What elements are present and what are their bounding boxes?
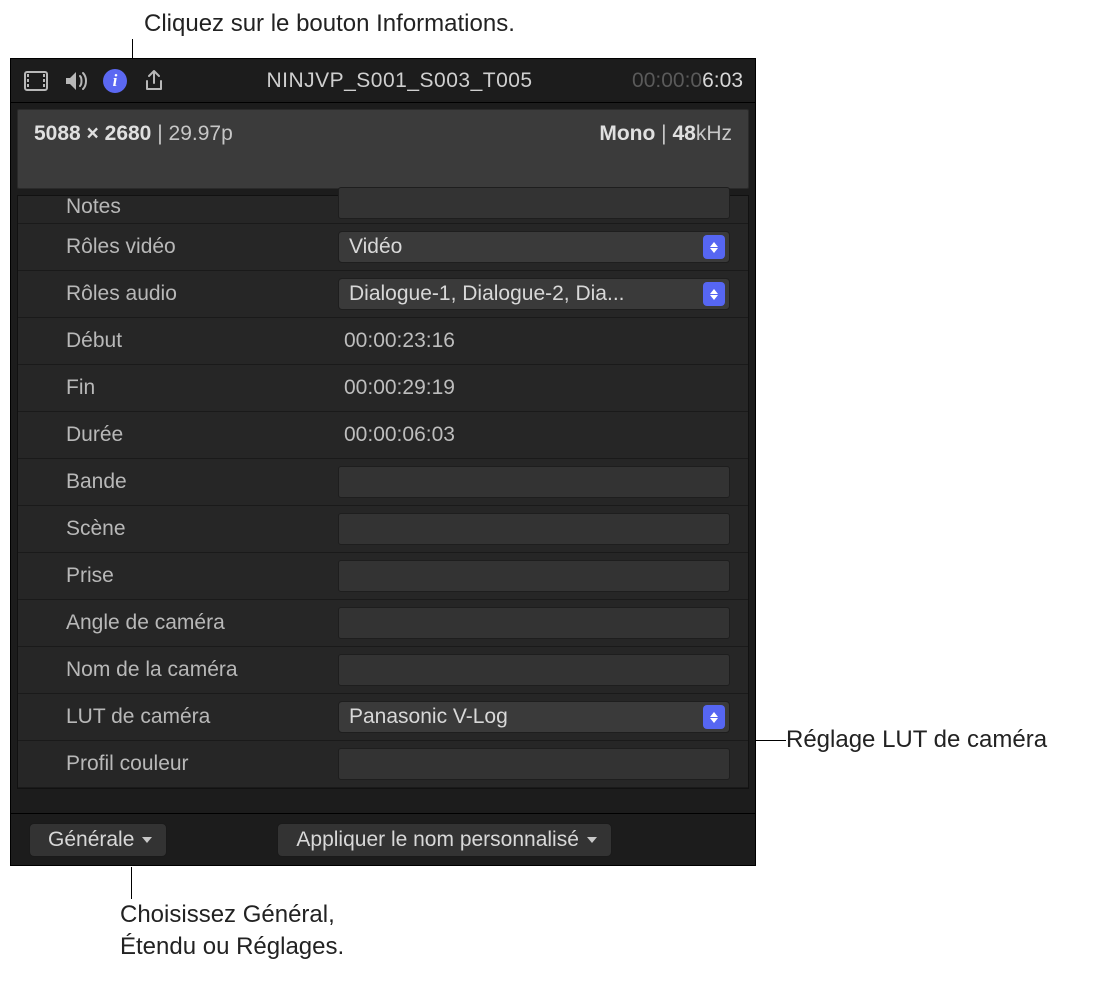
summary-audio-mode: Mono xyxy=(599,122,655,145)
label-scene: Scène xyxy=(18,517,338,541)
label-end: Fin xyxy=(18,376,338,400)
input-notes[interactable] xyxy=(338,187,730,219)
row-start: Début 00:00:23:16 xyxy=(18,318,748,365)
label-camera-angle: Angle de caméra xyxy=(18,611,338,635)
chevron-down-icon xyxy=(142,837,152,843)
inspector-toolbar: i NINJVP_S001_S003_T005 00:00:06:03 xyxy=(11,59,755,103)
timecode-dim: 00:00:0 xyxy=(632,69,702,92)
popup-text: Vidéo xyxy=(349,235,703,259)
popup-text: Dialogue-1, Dialogue-2, Dia... xyxy=(349,282,703,306)
row-duration: Durée 00:00:06:03 xyxy=(18,412,748,459)
label-audio-roles: Rôles audio xyxy=(18,282,338,306)
row-reel: Bande xyxy=(18,459,748,506)
summary-separator: | xyxy=(157,122,168,145)
input-camera-angle[interactable] xyxy=(338,607,730,639)
row-scene: Scène xyxy=(18,506,748,553)
summary-separator: | xyxy=(661,122,672,145)
row-audio-roles: Rôles audio Dialogue-1, Dialogue-2, Dia.… xyxy=(18,271,748,318)
popup-text: Panasonic V-Log xyxy=(349,705,703,729)
audio-inspector-icon[interactable] xyxy=(63,68,89,94)
row-camera-angle: Angle de caméra xyxy=(18,600,748,647)
inspector-bottom-bar: Générale Appliquer le nom personnalisé xyxy=(11,813,755,865)
apply-custom-name-popup[interactable]: Appliquer le nom personnalisé xyxy=(277,823,612,857)
label-reel: Bande xyxy=(18,470,338,494)
clip-duration-timecode: 00:00:06:03 xyxy=(632,69,743,93)
label-notes: Notes xyxy=(18,195,338,219)
value-end[interactable]: 00:00:29:19 xyxy=(338,372,730,404)
label-camera-name: Nom de la caméra xyxy=(18,658,338,682)
share-inspector-icon[interactable] xyxy=(141,68,167,94)
row-camera-name: Nom de la caméra xyxy=(18,647,748,694)
label-camera-lut: LUT de caméra xyxy=(18,705,338,729)
clip-name: NINJVP_S001_S003_T005 xyxy=(181,69,618,93)
popup-arrows-icon xyxy=(703,705,725,729)
info-inspector-panel: i NINJVP_S001_S003_T005 00:00:06:03 5088… xyxy=(10,58,756,866)
label-duration: Durée xyxy=(18,423,338,447)
callout-camera-lut: Réglage LUT de caméra xyxy=(786,724,1047,756)
input-camera-name[interactable] xyxy=(338,654,730,686)
callout-line xyxy=(131,867,132,899)
callout-text: Étendu ou Réglages. xyxy=(120,933,344,960)
popup-text: Générale xyxy=(48,828,134,852)
clip-summary: 5088 × 2680 | 29.97p Mono | 48kHz xyxy=(17,109,749,189)
label-start: Début xyxy=(18,329,338,353)
label-color-profile: Profil couleur xyxy=(18,752,338,776)
row-end: Fin 00:00:29:19 xyxy=(18,365,748,412)
chevron-down-icon xyxy=(587,837,597,843)
popup-camera-lut[interactable]: Panasonic V-Log xyxy=(338,701,730,733)
summary-audio-rate: 48 xyxy=(672,122,695,145)
summary-framerate: 29.97p xyxy=(169,122,233,145)
popup-arrows-icon xyxy=(703,235,725,259)
metadata-rows: Notes Rôles vidéo Vidéo Rôles audio Dial… xyxy=(17,195,749,789)
input-take[interactable] xyxy=(338,560,730,592)
timecode-bright: 6:03 xyxy=(702,69,743,92)
label-video-roles: Rôles vidéo xyxy=(18,235,338,259)
video-inspector-icon[interactable] xyxy=(23,68,49,94)
info-inspector-button[interactable]: i xyxy=(103,69,127,93)
popup-video-roles[interactable]: Vidéo xyxy=(338,231,730,263)
label-take: Prise xyxy=(18,564,338,588)
row-color-profile: Profil couleur xyxy=(18,741,748,788)
popup-arrows-icon xyxy=(703,282,725,306)
value-duration: 00:00:06:03 xyxy=(338,419,730,451)
row-take: Prise xyxy=(18,553,748,600)
callout-view-menu: Choisissez Général, Étendu ou Réglages. xyxy=(120,899,344,964)
popup-text: Appliquer le nom personnalisé xyxy=(296,828,579,852)
row-notes: Notes xyxy=(18,196,748,224)
input-scene[interactable] xyxy=(338,513,730,545)
popup-audio-roles[interactable]: Dialogue-1, Dialogue-2, Dia... xyxy=(338,278,730,310)
summary-audio-unit: kHz xyxy=(696,122,732,145)
callout-info-button: Cliquez sur le bouton Informations. xyxy=(144,8,515,40)
input-reel[interactable] xyxy=(338,466,730,498)
value-start[interactable]: 00:00:23:16 xyxy=(338,325,730,357)
input-color-profile[interactable] xyxy=(338,748,730,780)
metadata-view-popup[interactable]: Générale xyxy=(29,823,167,857)
callout-text: Choisissez Général, xyxy=(120,901,335,928)
row-camera-lut: LUT de caméra Panasonic V-Log xyxy=(18,694,748,741)
summary-resolution: 5088 × 2680 xyxy=(34,122,151,145)
row-video-roles: Rôles vidéo Vidéo xyxy=(18,224,748,271)
